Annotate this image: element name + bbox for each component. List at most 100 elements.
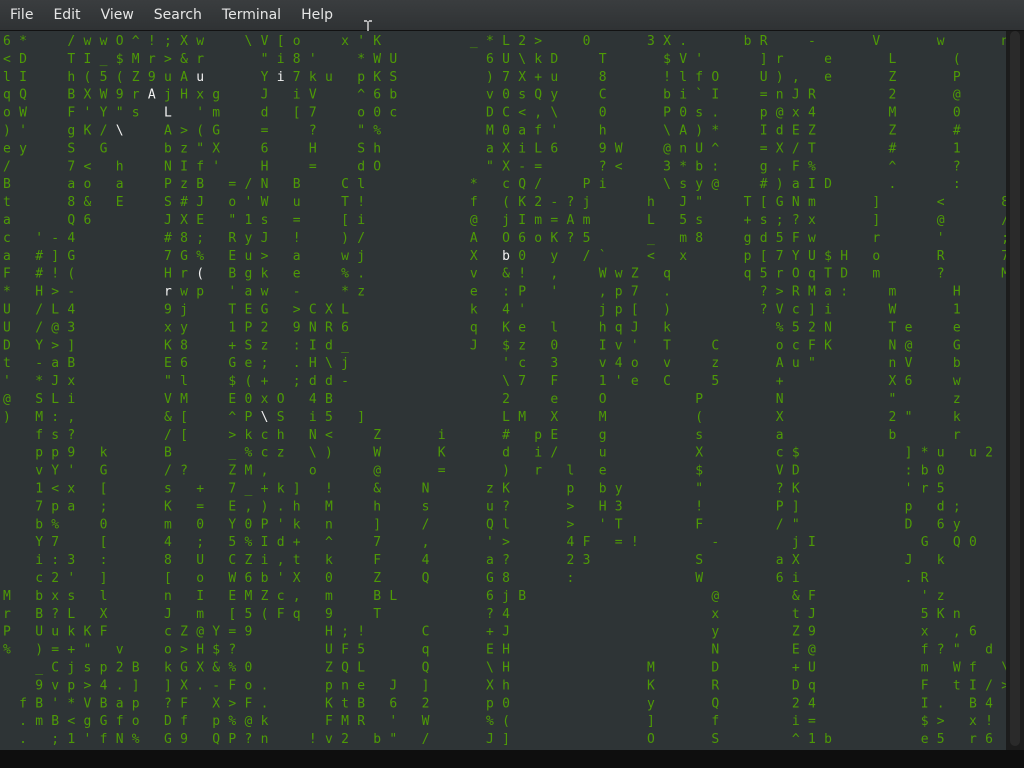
matrix-glyph: O: [647, 732, 655, 747]
matrix-glyph: M: [132, 52, 140, 67]
matrix-glyph: 6: [486, 589, 494, 604]
matrix-glyph: 9: [116, 88, 124, 103]
matrix-glyph: p: [534, 428, 542, 443]
matrix-glyph: 8: [695, 231, 703, 246]
matrix-glyph: q: [663, 267, 671, 282]
matrix-glyph: A: [679, 124, 687, 139]
matrix-glyph: !: [518, 267, 526, 282]
matrix-glyph: :: [51, 553, 59, 568]
matrix-glyph: 9: [245, 625, 253, 640]
matrix-glyph: P: [245, 320, 253, 335]
menu-edit[interactable]: Edit: [43, 0, 90, 30]
matrix-glyph: /: [550, 446, 558, 461]
matrix-glyph: K: [164, 338, 172, 353]
matrix-glyph: (: [196, 267, 204, 282]
matrix-glyph: d: [325, 374, 333, 389]
scrollbar-thumb[interactable]: [1010, 31, 1020, 746]
menu-bar: File Edit View Search Terminal Help: [0, 0, 1024, 30]
matrix-glyph: I: [518, 213, 526, 228]
matrix-glyph: a: [776, 428, 784, 443]
matrix-glyph: ': [196, 106, 204, 121]
matrix-glyph: m: [35, 714, 43, 729]
matrix-glyph: F: [228, 678, 236, 693]
matrix-glyph: 0: [550, 338, 558, 353]
matrix-glyph: 2: [518, 34, 526, 49]
matrix-glyph: E: [228, 249, 236, 264]
matrix-glyph: Q: [67, 213, 75, 228]
matrix-glyph: 9: [808, 625, 816, 640]
matrix-glyph: #: [164, 231, 172, 246]
matrix-glyph: [: [180, 428, 188, 443]
matrix-glyph: G: [67, 249, 75, 264]
matrix-glyph: =: [261, 124, 269, 139]
matrix-glyph: @: [245, 714, 253, 729]
matrix-glyph: r: [534, 464, 542, 479]
matrix-glyph: X: [550, 410, 558, 425]
matrix-glyph: /: [245, 177, 253, 192]
scrollbar[interactable]: [1006, 31, 1024, 750]
matrix-glyph: v: [486, 88, 494, 103]
matrix-glyph: x: [711, 607, 719, 622]
matrix-glyph: b: [599, 482, 607, 497]
matrix-glyph: ]: [808, 303, 816, 318]
menu-terminal[interactable]: Terminal: [212, 0, 291, 30]
matrix-glyph: h: [293, 499, 301, 514]
matrix-glyph: f: [116, 714, 124, 729]
matrix-glyph: <: [937, 195, 945, 210]
menu-help[interactable]: Help: [291, 0, 343, 30]
matrix-glyph: c: [261, 446, 269, 461]
matrix-glyph: R: [921, 571, 929, 586]
menu-search[interactable]: Search: [144, 0, 212, 30]
matrix-glyph: 9: [293, 320, 301, 335]
matrix-glyph: :: [840, 285, 848, 300]
matrix-glyph: W: [261, 195, 269, 210]
matrix-glyph: M: [245, 589, 253, 604]
matrix-glyph: \: [663, 177, 671, 192]
terminal-output[interactable]: 6*/wwO^!;Xw\V[ox'K_*L2>03X.bR-Vwn]no:x<D…: [0, 31, 1006, 750]
matrix-glyph: m: [921, 661, 929, 676]
matrix-glyph: 5: [937, 482, 945, 497]
matrix-glyph: *: [470, 177, 478, 192]
matrix-glyph: *: [679, 159, 687, 174]
matrix-glyph: C: [502, 106, 510, 121]
matrix-glyph: 2: [567, 553, 575, 568]
matrix-glyph: o: [357, 106, 365, 121]
matrix-glyph: t: [953, 678, 961, 693]
matrix-glyph: \: [309, 446, 317, 461]
matrix-glyph: Z: [228, 464, 236, 479]
matrix-glyph: .: [357, 267, 365, 282]
matrix-glyph: a: [67, 499, 75, 514]
menu-file[interactable]: File: [0, 0, 43, 30]
matrix-glyph: y: [647, 696, 655, 711]
matrix-glyph: :: [953, 177, 961, 192]
matrix-glyph: k: [937, 553, 945, 568]
matrix-glyph: 1: [953, 141, 961, 156]
matrix-glyph: M: [647, 661, 655, 676]
matrix-glyph: >: [293, 303, 301, 318]
matrix-glyph: o: [631, 356, 639, 371]
matrix-glyph: 7: [293, 70, 301, 85]
matrix-glyph: 6: [180, 356, 188, 371]
menu-view[interactable]: View: [91, 0, 144, 30]
matrix-glyph: N: [889, 338, 897, 353]
matrix-glyph: k: [293, 517, 301, 532]
matrix-glyph: ): [663, 303, 671, 318]
matrix-glyph: /: [35, 320, 43, 335]
matrix-glyph: q: [808, 267, 816, 282]
matrix-glyph: B: [969, 696, 977, 711]
matrix-glyph: (: [695, 410, 703, 425]
matrix-glyph: H: [35, 285, 43, 300]
matrix-glyph: n: [776, 88, 784, 103]
matrix-glyph: E: [228, 392, 236, 407]
matrix-glyph: 3: [615, 499, 623, 514]
matrix-glyph: ;: [776, 213, 784, 228]
matrix-glyph: 6: [985, 732, 993, 747]
matrix-glyph: !: [51, 267, 59, 282]
matrix-glyph: l: [180, 374, 188, 389]
matrix-glyph: H: [180, 88, 188, 103]
matrix-glyph: 6: [341, 320, 349, 335]
matrix-glyph: .: [679, 34, 687, 49]
matrix-glyph: Q: [341, 661, 349, 676]
matrix-glyph: e: [470, 285, 478, 300]
matrix-glyph: R: [325, 320, 333, 335]
